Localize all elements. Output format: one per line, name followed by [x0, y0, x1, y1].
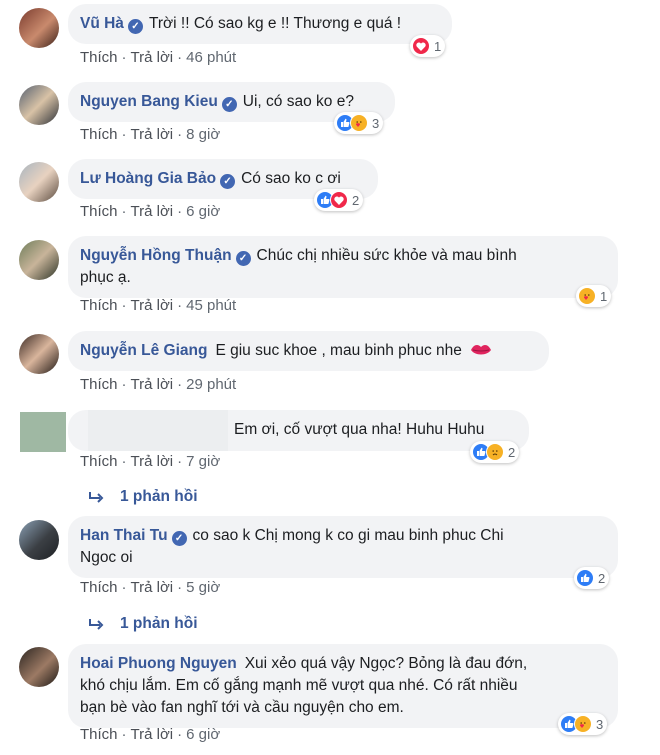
reactions[interactable]: 1: [410, 35, 446, 57]
comment-text: Em ơi, cố vượt qua nha! Huhu Huhu: [234, 421, 485, 438]
commenter-name[interactable]: Han Thai Tu: [80, 527, 168, 544]
timestamp[interactable]: 8 giờ: [186, 126, 220, 143]
avatar[interactable]: [20, 412, 66, 452]
reaction-count: 1: [600, 288, 608, 304]
replies-count[interactable]: 1 phản hồi: [120, 488, 198, 506]
comment-text: co sao k Chị mong k co gi mau binh phuc …: [192, 527, 504, 544]
comment-text: Ngoc oi: [80, 549, 133, 566]
reactions[interactable]: 2: [470, 441, 520, 463]
comment-actions: Thích · Trả lời · 6 giờ: [80, 726, 221, 743]
care-reaction-icon: [578, 287, 596, 305]
comment-bubble: Vũ Hà ✓ Trời !! Có sao kg e !! Thương e qu…: [68, 4, 452, 44]
reaction-count: 3: [596, 716, 604, 732]
replies-count[interactable]: 1 phản hồi: [120, 615, 198, 633]
commenter-name[interactable]: Vũ Hà: [80, 15, 124, 32]
timestamp[interactable]: 29 phút: [186, 376, 236, 393]
redacted-name: [88, 410, 228, 451]
avatar[interactable]: [19, 85, 59, 125]
sad-reaction-icon: [486, 443, 504, 461]
avatar[interactable]: [19, 162, 59, 202]
reactions[interactable]: 3: [334, 112, 384, 134]
reaction-count: 3: [372, 115, 380, 131]
comment-text: Ui, có sao ko e?: [242, 93, 354, 110]
reply-link[interactable]: Trả lời: [131, 49, 174, 66]
reaction-count: 1: [434, 38, 442, 54]
comment-text: phục ạ.: [80, 269, 131, 286]
care-reaction-icon: [350, 114, 368, 132]
comment-actions: Thích · Trả lời · 8 giờ: [80, 126, 221, 143]
comment-text: bạn bè vào fan nghĩ tới và cầu nguyện ch…: [80, 699, 404, 716]
comment-actions: Thích · Trả lời · 5 giờ: [80, 579, 221, 596]
reply-arrow-icon: [89, 619, 104, 630]
reply-link[interactable]: Trả lời: [131, 579, 174, 596]
comment-actions: Thích · Trả lời · 45 phút: [80, 297, 237, 314]
like-reaction-icon: [576, 569, 594, 587]
love-reaction-icon: [412, 37, 430, 55]
reactions[interactable]: 3: [558, 713, 608, 735]
reply-link[interactable]: Trả lời: [131, 203, 174, 220]
verified-badge-icon: ✓: [127, 19, 143, 34]
avatar[interactable]: [19, 647, 59, 687]
reply-link[interactable]: Trả lời: [131, 726, 174, 743]
like-link[interactable]: Thích: [80, 49, 118, 66]
avatar[interactable]: [19, 240, 59, 280]
timestamp[interactable]: 6 giờ: [186, 203, 220, 220]
commenter-name[interactable]: Nguyễn Lê Giang: [80, 342, 207, 359]
avatar[interactable]: [19, 334, 59, 374]
comment-actions: Thích · Trả lời · 29 phút: [80, 376, 237, 393]
avatar[interactable]: [19, 520, 59, 560]
comment-text: E giu suc khoe , mau binh phuc nhe: [215, 342, 462, 359]
reply-arrow-icon: [89, 492, 104, 503]
reply-link[interactable]: Trả lời: [131, 453, 174, 470]
comment-actions: Thích · Trả lời · 6 giờ: [80, 203, 221, 220]
view-replies-link[interactable]: 1 phản hồi: [88, 615, 198, 633]
avatar[interactable]: [19, 8, 59, 48]
commenter-name[interactable]: Nguyen Bang Kieu: [80, 93, 218, 110]
reactions[interactable]: 2: [574, 567, 610, 589]
like-link[interactable]: Thích: [80, 376, 118, 393]
comment-text: khó chịu lắm. Em cố gắng mạnh mẽ vượt qu…: [80, 677, 518, 694]
reaction-count: 2: [508, 444, 516, 460]
comment-actions: Thích · Trả lời · 7 giờ: [80, 453, 221, 470]
verified-badge-icon: ✓: [235, 251, 251, 266]
timestamp[interactable]: 7 giờ: [186, 453, 220, 470]
view-replies-link[interactable]: 1 phản hồi: [88, 488, 198, 506]
comment-text: Chúc chị nhiều sức khỏe và mau bình: [256, 247, 517, 264]
commenter-name[interactable]: Nguyễn Hồng Thuận: [80, 247, 232, 264]
reaction-count: 2: [352, 192, 360, 208]
comment-bubble: Han Thai Tu ✓ co sao k Chị mong k co gi ma…: [68, 516, 618, 578]
comment-bubble: Nguyễn Hồng Thuận ✓ Chúc chị nhiều sức khỏ…: [68, 236, 618, 298]
timestamp[interactable]: 46 phút: [186, 49, 236, 66]
comment-actions: Thích · Trả lời · 46 phút: [80, 49, 237, 66]
reply-link[interactable]: Trả lời: [131, 126, 174, 143]
comment-bubble: Hoai Phuong Nguyen Xui xẻo quá vậy Ngọc? …: [68, 644, 618, 728]
care-reaction-icon: [574, 715, 592, 733]
reactions[interactable]: 1: [576, 285, 612, 307]
like-link[interactable]: Thích: [80, 579, 118, 596]
timestamp[interactable]: 5 giờ: [186, 579, 220, 596]
timestamp[interactable]: 45 phút: [186, 297, 236, 314]
kiss-lips-icon: [470, 342, 492, 364]
like-link[interactable]: Thích: [80, 203, 118, 220]
verified-badge-icon: ✓: [221, 97, 237, 112]
like-link[interactable]: Thích: [80, 126, 118, 143]
comment-text: Xui xẻo quá vậy Ngọc? Bỏng là đau đớn,: [244, 655, 528, 672]
love-reaction-icon: [330, 191, 348, 209]
commenter-name[interactable]: Lư Hoàng Gia Bảo: [80, 170, 216, 187]
verified-badge-icon: ✓: [220, 174, 236, 189]
reaction-count: 2: [598, 570, 606, 586]
like-link[interactable]: Thích: [80, 297, 118, 314]
reactions[interactable]: 2: [314, 189, 364, 211]
comment-bubble: Nguyễn Lê Giang E giu suc khoe , mau binh…: [68, 331, 549, 371]
reply-link[interactable]: Trả lời: [131, 376, 174, 393]
comment-text: Trời !! Có sao kg e !! Thương e quá !: [148, 15, 402, 32]
commenter-name[interactable]: Hoai Phuong Nguyen: [80, 655, 237, 672]
like-link[interactable]: Thích: [80, 453, 118, 470]
reply-link[interactable]: Trả lời: [131, 297, 174, 314]
comment-text: Có sao ko c ơi: [241, 170, 341, 187]
like-link[interactable]: Thích: [80, 726, 118, 743]
verified-badge-icon: ✓: [171, 531, 187, 546]
timestamp[interactable]: 6 giờ: [186, 726, 220, 743]
